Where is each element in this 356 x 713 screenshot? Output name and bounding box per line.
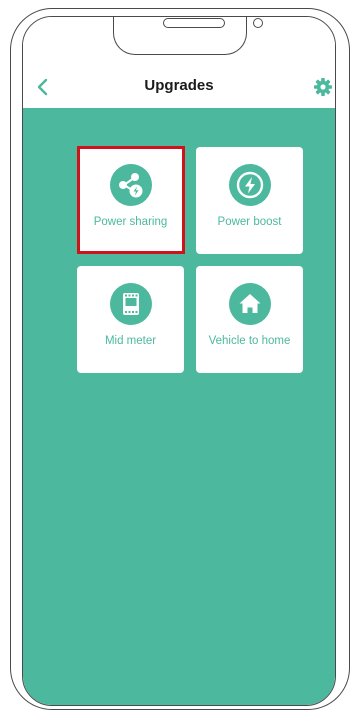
tile-vehicle-to-home[interactable]: Vehicle to home: [196, 266, 303, 373]
tile-mid-meter[interactable]: Mid meter: [77, 266, 184, 373]
speaker-grille: [163, 18, 225, 28]
front-camera: [253, 18, 263, 28]
tile-label: Power sharing: [93, 216, 168, 228]
power-sharing-icon: [110, 164, 152, 206]
tile-label: Mid meter: [104, 335, 157, 347]
meter-icon: [110, 283, 152, 325]
home-icon: [229, 283, 271, 325]
gear-icon[interactable]: [313, 77, 333, 97]
tile-label: Vehicle to home: [208, 335, 291, 347]
lightning-icon: [229, 164, 271, 206]
tile-power-sharing[interactable]: Power sharing: [77, 147, 184, 254]
phone-screen: Upgrades Power sharing Power boost Mid m…: [22, 16, 336, 706]
tile-power-boost[interactable]: Power boost: [196, 147, 303, 254]
tile-label: Power boost: [217, 216, 282, 228]
page-title: Upgrades: [144, 77, 214, 94]
upgrades-grid-area: Power sharing Power boost Mid meter Vehi…: [23, 108, 335, 705]
